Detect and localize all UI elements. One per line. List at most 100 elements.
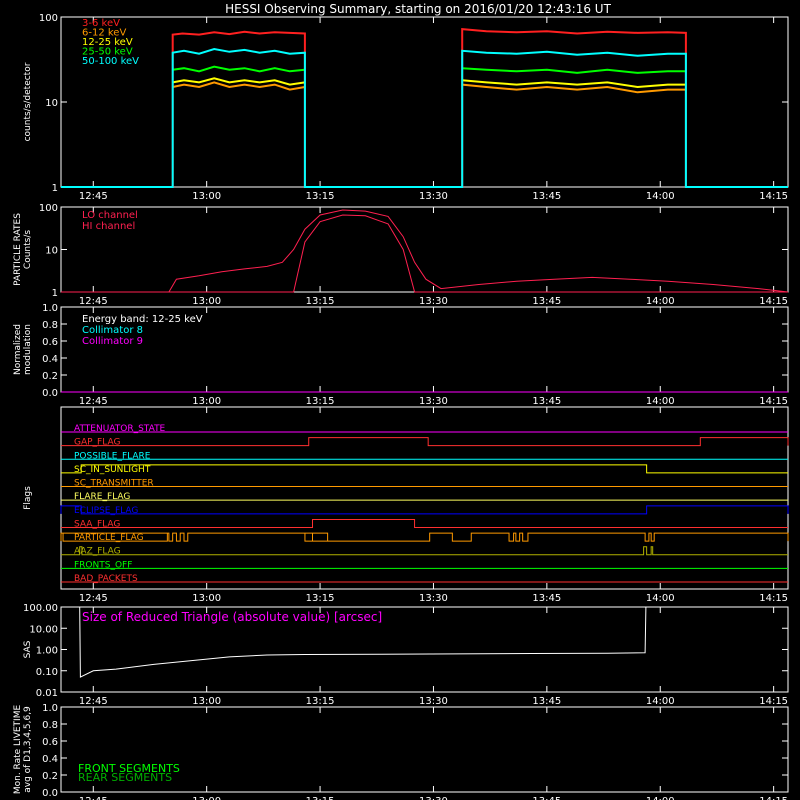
legend-live-1: REAR SEGMENTS <box>78 771 172 784</box>
particle-ylabel: PARTICLE RATES <box>13 213 23 286</box>
counts-series-2 <box>462 79 686 89</box>
hessi-summary: HESSI Observing Summary, starting on 201… <box>0 0 800 800</box>
sas-xtick-label: 14:00 <box>646 696 675 707</box>
sas-ylabel: SAS <box>23 640 33 658</box>
counts-ylabel: counts/s/detector <box>23 62 33 141</box>
sas-xtick-label: 13:15 <box>306 696 335 707</box>
livetime-xtick-label: 13:30 <box>419 796 448 800</box>
livetime-ylabel: Mon. Rate LIVETIME <box>13 705 23 795</box>
modulation-xtick-label: 13:30 <box>419 396 448 407</box>
particle-xtick-label: 13:15 <box>306 296 335 307</box>
flag-line-aaz_flag <box>61 546 788 556</box>
particle-ytick-label: 100 <box>39 203 58 214</box>
flag-line-sc_in_sunlight <box>61 464 788 474</box>
particle-xtick-label: 14:00 <box>646 296 675 307</box>
sas-ytick-label: 0.01 <box>36 688 58 699</box>
counts-ytick-label: 1 <box>52 183 58 194</box>
livetime-xtick-label: 14:00 <box>646 796 675 800</box>
sas-ytick-label: 0.10 <box>36 667 58 678</box>
modulation-annotation: Energy band: 12-25 keV <box>82 314 203 325</box>
flags-xtick-label: 13:30 <box>419 593 448 604</box>
counts-xtick-label: 14:15 <box>759 191 788 202</box>
modulation-ytick-label: 0.0 <box>42 388 58 399</box>
livetime-xtick-label: 12:45 <box>79 796 108 800</box>
sas-xtick-label: 14:15 <box>759 696 788 707</box>
flag-line-eclipse_flag <box>60 505 789 515</box>
summary-plot: HESSI Observing Summary, starting on 201… <box>13 2 789 800</box>
counts-xtick-label: 14:00 <box>646 191 675 202</box>
counts-series-4 <box>61 47 788 188</box>
particle-frame <box>60 206 789 293</box>
counts-series-3 <box>462 67 686 74</box>
flags-xtick-label: 13:00 <box>192 593 221 604</box>
particle-series-1 <box>61 214 788 293</box>
particle-xtick-label: 12:45 <box>79 296 108 307</box>
flags-xtick-label: 12:45 <box>79 593 108 604</box>
particle-ytick-label: 1 <box>52 288 58 299</box>
legend-particle-0: LO channel <box>82 210 138 221</box>
counts-ytick-label: 10 <box>45 98 58 109</box>
modulation-ytick-label: 0.4 <box>42 354 58 365</box>
panels: 1 10 100 12:45 13:00 13:15 13:30 13:45 14:00 14:1… <box>13 13 789 800</box>
particle-ylabel2: Counts/s <box>23 230 33 269</box>
sas-ytick-label: 100.00 <box>23 603 58 614</box>
modulation-xtick-label: 13:45 <box>532 396 561 407</box>
modulation-xtick-label: 14:00 <box>646 396 675 407</box>
counts-xtick-label: 13:00 <box>192 191 221 202</box>
sas-xtick-label: 13:00 <box>192 696 221 707</box>
livetime-xtick-label: 13:45 <box>532 796 561 800</box>
legend-4: 50-100 keV <box>82 56 139 67</box>
modulation-xtick-label: 12:45 <box>79 396 108 407</box>
legend-mod-0: Collimator 8 <box>82 325 143 336</box>
particle-xtick-label: 14:15 <box>759 296 788 307</box>
sas-xtick-label: 13:45 <box>532 696 561 707</box>
modulation-xtick-label: 14:15 <box>759 396 788 407</box>
flag-line-particle_flag <box>60 532 789 542</box>
livetime-ytick-label: 0.2 <box>42 771 58 782</box>
modulation-ytick-label: 0.2 <box>42 371 58 382</box>
modulation-ytick-label: 1.0 <box>42 303 58 314</box>
chart-title: HESSI Observing Summary, starting on 201… <box>225 2 611 16</box>
counts-ytick-label: 100 <box>39 13 58 24</box>
legend-particle-1: HI channel <box>82 221 135 232</box>
counts-frame <box>60 16 789 188</box>
flag-line-saa_flag <box>61 518 788 528</box>
particle-series-0 <box>61 209 789 293</box>
sas-annotation: Size of Reduced Triangle (absolute value… <box>82 610 382 624</box>
particle-ytick-label: 10 <box>45 246 58 257</box>
livetime-xtick-label: 13:15 <box>306 796 335 800</box>
livetime-ytick-label: 0.8 <box>42 720 58 731</box>
counts-series-2 <box>172 77 306 86</box>
sas-xtick-label: 12:45 <box>79 696 108 707</box>
modulation-ylabel: Normalized <box>13 324 23 375</box>
counts-xtick-label: 13:45 <box>532 191 561 202</box>
legend-mod-1: Collimator 9 <box>82 336 143 347</box>
livetime-xtick-label: 13:00 <box>192 796 221 800</box>
flags-ylabel: Flags <box>23 486 33 510</box>
livetime-ytick-label: 0.4 <box>42 754 58 765</box>
livetime-xtick-label: 14:15 <box>759 796 788 800</box>
sas-ytick-label: 10.00 <box>29 624 58 635</box>
flags-xtick-label: 14:15 <box>759 593 788 604</box>
flag-line-gap_flag <box>61 437 789 447</box>
livetime-ytick-label: 0.6 <box>42 737 58 748</box>
particle-xtick-label: 13:30 <box>419 296 448 307</box>
livetime-ylabel2: avg of D1,3,4,5,6,9 <box>23 706 33 793</box>
flags-xtick-label: 13:15 <box>306 593 335 604</box>
modulation-xtick-label: 13:00 <box>192 396 221 407</box>
livetime-ytick-label: 0.0 <box>42 788 58 799</box>
flags-frame <box>60 406 789 590</box>
modulation-ytick-label: 0.6 <box>42 337 58 348</box>
modulation-xtick-label: 13:15 <box>306 396 335 407</box>
flag-label-sc_in_sunlight: SC_IN_SUNLIGHT <box>74 465 151 475</box>
sas-ytick-label: 1.00 <box>36 646 58 657</box>
particle-xtick-label: 13:45 <box>532 296 561 307</box>
counts-series-3 <box>172 65 306 73</box>
counts-xtick-label: 13:15 <box>306 191 335 202</box>
counts-xtick-label: 12:45 <box>79 191 108 202</box>
sas-xtick-label: 13:30 <box>419 696 448 707</box>
particle-xtick-label: 13:00 <box>192 296 221 307</box>
flags-xtick-label: 14:00 <box>646 593 675 604</box>
counts-xtick-label: 13:30 <box>419 191 448 202</box>
flags-xtick-label: 13:45 <box>532 593 561 604</box>
